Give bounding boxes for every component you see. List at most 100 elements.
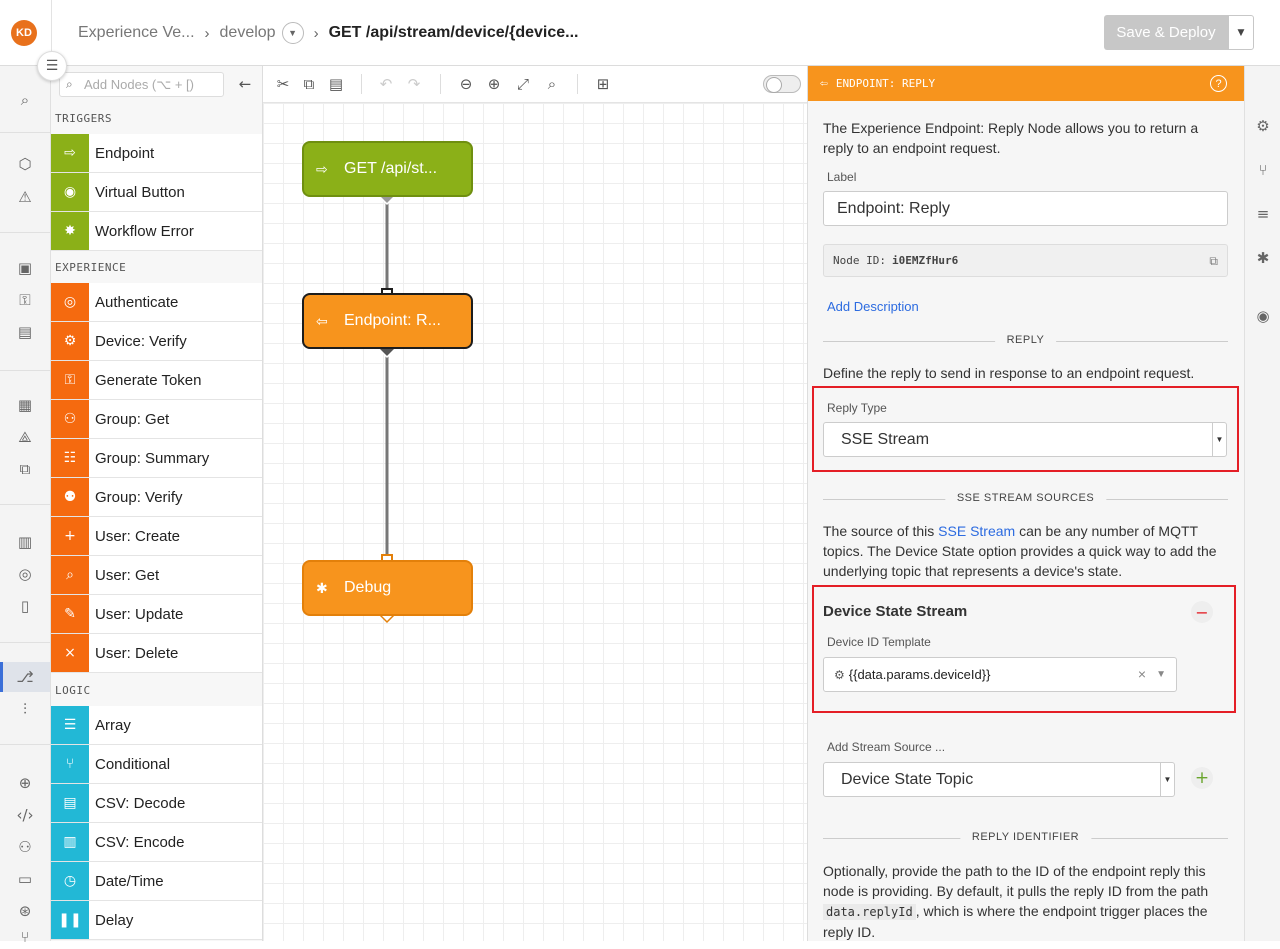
endpoint-reply-icon: ⇦ [316, 312, 328, 329]
arrow-left-icon[interactable]: ← [235, 74, 255, 94]
chevron-down-icon: ▼ [1212, 423, 1226, 456]
workflow-node-debug[interactable]: ✱ Debug [302, 560, 473, 616]
debug-toggle[interactable] [763, 75, 801, 93]
palette-node-label: Generate Token [95, 371, 202, 389]
save-options-caret-icon[interactable]: ▼ [1228, 15, 1254, 50]
copy-icon[interactable]: ⧉ [1209, 254, 1218, 269]
dashboard-icon[interactable]: ▥ [13, 530, 37, 554]
node-id-caption: Node ID: [833, 254, 886, 267]
compass-icon[interactable]: ◎ [13, 562, 37, 586]
upload-icon[interactable]: ⊕ [13, 771, 37, 795]
code-icon[interactable]: ‹/› [13, 803, 37, 827]
zoom-out-icon[interactable]: ⊖ [456, 74, 476, 94]
workflow-node-endpoint-reply[interactable]: ⇦ Endpoint: R... [302, 293, 473, 349]
warning-icon[interactable]: ⚠ [13, 185, 37, 209]
folder-icon[interactable]: ▭ [13, 867, 37, 891]
database-icon[interactable]: ≡ [1251, 202, 1275, 226]
palette-node-user-create[interactable]: + User: Create [51, 517, 262, 556]
divider [440, 74, 441, 94]
identifier-heading: REPLY IDENTIFIER [959, 831, 1092, 843]
cube-icon[interactable]: ⬡ [13, 152, 37, 176]
copy-icon[interactable]: ⧉ [299, 74, 319, 94]
clear-icon[interactable]: × [1138, 666, 1146, 682]
save-deploy-button[interactable]: Save & Deploy [1104, 15, 1228, 50]
network-icon[interactable]: ⟁ [13, 425, 37, 449]
label-input[interactable]: Endpoint: Reply [823, 191, 1228, 226]
sse-stream-link[interactable]: SSE Stream [938, 523, 1015, 539]
palette-node-workflow-error[interactable]: ✸ Workflow Error [51, 212, 262, 251]
divider [0, 642, 50, 643]
search-icon[interactable]: ⌕ [13, 88, 37, 112]
endpoint-icon: ⇨ [51, 134, 89, 172]
palette-node-csv-encode[interactable]: ▥ CSV: Encode [51, 823, 262, 862]
reply-type-select[interactable]: SSE Stream ▼ [823, 422, 1227, 457]
avatar[interactable]: KD [11, 20, 37, 46]
users-icon[interactable]: ⚇ [13, 835, 37, 859]
key-icon[interactable]: ⚿ [13, 288, 37, 312]
workflow-canvas[interactable]: ⇨ GET /api/st... ⇦ Endpoint: R... ✱ Debu… [263, 103, 807, 941]
divider [0, 504, 50, 505]
palette-node-endpoint[interactable]: ⇨ Endpoint [51, 134, 262, 173]
paste-icon[interactable]: ▤ [326, 74, 346, 94]
workflow-icon[interactable]: ⎇ [13, 665, 37, 689]
crumb-application[interactable]: Experience Ve... [78, 24, 195, 42]
version-dropdown-icon[interactable]: ▼ [281, 22, 304, 44]
remove-source-icon[interactable]: − [1191, 601, 1213, 623]
help-icon[interactable]: ? [1210, 75, 1227, 92]
palette-node-group-summary[interactable]: ☷ Group: Summary [51, 439, 262, 478]
git-icon[interactable]: ⑂ [13, 925, 37, 949]
palette-node-user-get[interactable]: ⌕ User: Get [51, 556, 262, 595]
palette-node-label: Virtual Button [95, 183, 185, 201]
cut-icon[interactable]: ✂ [273, 74, 293, 94]
add-description-link[interactable]: Add Description [827, 299, 919, 314]
palette-node-authenticate[interactable]: ◎ Authenticate [51, 283, 262, 322]
palette-node-delay[interactable]: ❚❚ Delay [51, 901, 262, 940]
palette-node-date-time[interactable]: ◷ Date/Time [51, 862, 262, 901]
palette-node-label: Group: Verify [95, 488, 183, 506]
table-icon[interactable]: ▦ [13, 393, 37, 417]
id-card-icon[interactable]: ▤ [13, 320, 37, 344]
chip-icon[interactable]: ▣ [13, 256, 37, 280]
palette-node-generate-token[interactable]: ⚿ Generate Token [51, 361, 262, 400]
palette-node-user-delete[interactable]: × User: Delete [51, 634, 262, 673]
palette-node-conditional[interactable]: ⑂ Conditional [51, 745, 262, 784]
device-id-template-input[interactable]: ⚙ {{data.params.deviceId}} × ▼ [823, 657, 1177, 692]
palette-node-label: Date/Time [95, 872, 164, 890]
add-comment-icon[interactable]: ⊞ [593, 74, 613, 94]
palette-node-virtual-button[interactable]: ◉ Virtual Button [51, 173, 262, 212]
sources-description: The source of this SSE Stream can be any… [823, 521, 1228, 581]
node-label: GET /api/st... [344, 160, 438, 177]
globe-icon[interactable]: ⊛ [13, 899, 37, 923]
palette-node-csv-decode[interactable]: ▤ CSV: Decode [51, 784, 262, 823]
undo-icon[interactable]: ↶ [376, 74, 396, 94]
workflow-node-endpoint-trigger[interactable]: ⇨ GET /api/st... [302, 141, 473, 197]
crumb-version[interactable]: develop [220, 24, 276, 42]
globe-icon[interactable]: ◉ [1251, 304, 1275, 328]
add-nodes-search-input[interactable]: ⌕ Add Nodes (⌥ + [) [59, 72, 224, 97]
fit-to-screen-icon[interactable]: ⤢ [513, 74, 533, 94]
bug-icon[interactable]: ✱ [1251, 246, 1275, 270]
palette-node-array[interactable]: ☰ Array [51, 706, 262, 745]
redo-icon[interactable]: ↷ [404, 74, 424, 94]
chevron-down-icon[interactable]: ▼ [1156, 669, 1166, 680]
add-source-icon[interactable]: + [1191, 767, 1213, 789]
user-get-icon: ⌕ [51, 556, 89, 594]
text: The source of this [823, 523, 939, 539]
palette-node-group-verify[interactable]: ⚉ Group: Verify [51, 478, 262, 517]
palette-node-label: Delay [95, 911, 134, 929]
zoom-reset-icon[interactable]: ⌕ [542, 74, 562, 94]
puzzle-icon[interactable]: ⧉ [13, 457, 37, 481]
palette-node-device-verify[interactable]: ⚙ Device: Verify [51, 322, 262, 361]
add-stream-source-select[interactable]: Device State Topic ▼ [823, 762, 1175, 797]
palette-node-user-update[interactable]: ✎ User: Update [51, 595, 262, 634]
chip-icon: ⚙ [834, 667, 845, 682]
palette-node-label: Array [95, 716, 131, 734]
zoom-in-icon[interactable]: ⊕ [484, 74, 504, 94]
identifier-divider: REPLY IDENTIFIER [823, 831, 1228, 845]
book-icon[interactable]: ▯ [13, 594, 37, 618]
hamburger-menu-icon[interactable]: ☰ [37, 51, 67, 81]
gear-icon[interactable]: ⚙ [1251, 114, 1275, 138]
palette-node-group-get[interactable]: ⚇ Group: Get [51, 400, 262, 439]
branch-icon[interactable]: ⑂ [1251, 158, 1275, 182]
sliders-icon[interactable]: ⫶ [13, 697, 37, 721]
